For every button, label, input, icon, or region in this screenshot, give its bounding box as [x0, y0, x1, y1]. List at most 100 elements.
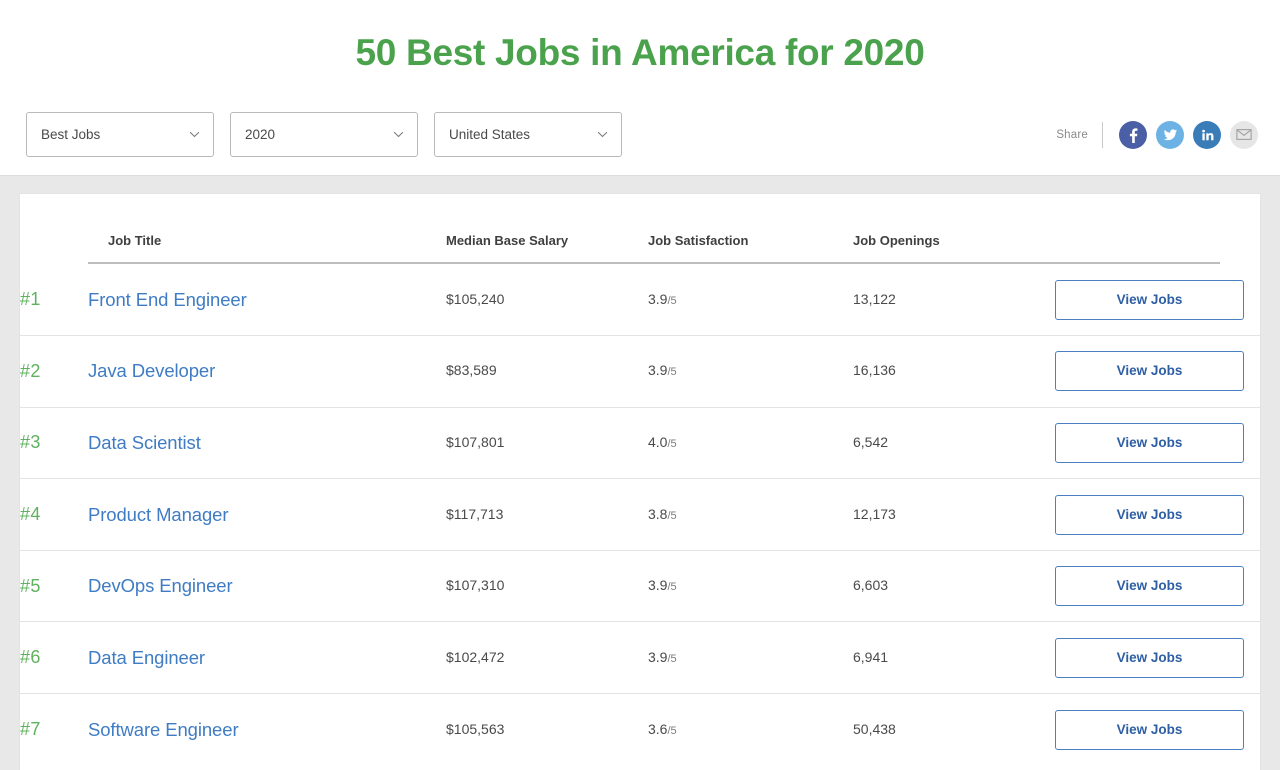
jobs-table: Job Title Median Base Salary Job Satisfa… — [20, 194, 1260, 765]
linkedin-icon[interactable] — [1193, 120, 1221, 149]
cell-rank: #5 — [20, 550, 88, 623]
cell-job-title: Software Engineer — [88, 694, 446, 766]
salary-value: $102,472 — [446, 648, 505, 665]
rank-value: #2 — [20, 360, 41, 381]
job-title-link[interactable]: DevOps Engineer — [88, 575, 233, 596]
twitter-icon[interactable] — [1156, 120, 1184, 149]
cell-satisfaction: 4.0/5 — [648, 407, 853, 480]
col-header-actions — [1055, 194, 1260, 262]
satisfaction-value: 3.9 — [648, 290, 668, 307]
table-row: #5 DevOps Engineer $107,310 3.9/5 6,603 — [20, 550, 1260, 623]
email-icon[interactable] — [1230, 120, 1258, 149]
satisfaction-value: 3.8 — [648, 505, 668, 522]
table-row: #6 Data Engineer $102,472 3.9/5 6,941 Vi… — [20, 621, 1260, 695]
filter-select-category[interactable]: Best Jobs — [26, 112, 214, 157]
cell-rank: #3 — [20, 407, 88, 480]
cell-openings: 6,603 — [853, 550, 1055, 623]
satisfaction-denominator: /5 — [667, 366, 677, 379]
facebook-icon[interactable] — [1119, 120, 1147, 149]
cell-action: View Jobs — [1055, 478, 1260, 551]
content-band: Job Title Median Base Salary Job Satisfa… — [0, 175, 1280, 770]
job-title-link[interactable]: Front End Engineer — [88, 289, 247, 310]
cell-openings: 13,122 — [853, 264, 1055, 337]
satisfaction-denominator: /5 — [667, 294, 677, 307]
openings-value: 16,136 — [853, 362, 896, 379]
page-header: 50 Best Jobs in America for 2020 Best Jo… — [0, 0, 1280, 175]
salary-value: $117,713 — [446, 505, 504, 522]
job-title-link[interactable]: Software Engineer — [88, 719, 239, 740]
cell-rank: #7 — [20, 694, 88, 766]
rank-value: #7 — [20, 719, 41, 740]
share-divider — [1102, 121, 1103, 148]
filter-select-country[interactable]: United States — [434, 112, 622, 157]
rank-value: #1 — [20, 289, 41, 310]
cell-satisfaction: 3.9/5 — [648, 335, 853, 408]
cell-salary: $107,310 — [446, 550, 648, 623]
satisfaction-value: 3.9 — [648, 648, 668, 665]
table-row: #4 Product Manager $117,713 3.8/5 12,173 — [20, 478, 1260, 551]
satisfaction-denominator: /5 — [667, 509, 677, 522]
view-jobs-button[interactable]: View Jobs — [1055, 637, 1244, 678]
cell-salary: $83,589 — [446, 335, 648, 408]
salary-value: $105,563 — [446, 720, 505, 737]
openings-value: 50,438 — [853, 720, 896, 737]
chevron-down-icon — [596, 128, 609, 141]
share-label: Share — [1056, 128, 1088, 141]
satisfaction-value: 4.0 — [648, 433, 668, 450]
cell-salary: $117,713 — [446, 478, 648, 551]
col-header-job-title: Job Title — [108, 233, 162, 248]
page-title: 50 Best Jobs in America for 2020 — [355, 32, 925, 73]
table-row: #1 Front End Engineer $105,240 3.9/5 13,… — [20, 264, 1260, 337]
cell-job-title: Product Manager — [88, 478, 446, 551]
cell-openings: 50,438 — [853, 694, 1055, 766]
salary-value: $83,589 — [446, 362, 497, 379]
filter-select-category-value: Best Jobs — [41, 127, 101, 142]
cell-action: View Jobs — [1055, 550, 1260, 623]
cell-rank: #2 — [20, 335, 88, 408]
job-title-link[interactable]: Data Engineer — [88, 647, 205, 668]
satisfaction-denominator: /5 — [667, 724, 677, 737]
rank-value: #3 — [20, 432, 41, 453]
table-row: #2 Java Developer $83,589 3.9/5 16,136 V… — [20, 335, 1260, 408]
view-jobs-button[interactable]: View Jobs — [1055, 494, 1244, 535]
satisfaction-denominator: /5 — [667, 581, 677, 594]
cell-openings: 6,542 — [853, 407, 1055, 480]
salary-value: $105,240 — [446, 290, 505, 307]
jobs-card: Job Title Median Base Salary Job Satisfa… — [20, 194, 1260, 770]
view-jobs-button[interactable]: View Jobs — [1055, 351, 1244, 392]
job-title-link[interactable]: Product Manager — [88, 504, 229, 525]
cell-rank: #6 — [20, 621, 88, 695]
chevron-down-icon — [392, 128, 405, 141]
view-jobs-button[interactable]: View Jobs — [1055, 709, 1244, 750]
share-bar: Share — [1056, 112, 1258, 157]
cell-rank: #4 — [20, 478, 88, 551]
view-jobs-button[interactable]: View Jobs — [1055, 566, 1244, 607]
table-row: #3 Data Scientist $107,801 4.0/5 6,542 V… — [20, 407, 1260, 480]
satisfaction-denominator: /5 — [667, 437, 677, 450]
cell-satisfaction: 3.6/5 — [648, 694, 853, 766]
satisfaction-value: 3.6 — [648, 720, 668, 737]
cell-openings: 16,136 — [853, 335, 1055, 408]
cell-satisfaction: 3.9/5 — [648, 621, 853, 695]
cell-job-title: Java Developer — [88, 335, 446, 408]
openings-value: 6,941 — [853, 648, 889, 665]
job-title-link[interactable]: Data Scientist — [88, 432, 201, 453]
table-row: #7 Software Engineer $105,563 3.6/5 50,4… — [20, 694, 1260, 766]
filter-group: Best Jobs 2020 United States — [26, 112, 622, 157]
cell-satisfaction: 3.9/5 — [648, 264, 853, 337]
satisfaction-denominator: /5 — [667, 652, 677, 665]
cell-salary: $105,563 — [446, 694, 648, 766]
chevron-down-icon — [188, 128, 201, 141]
table-header-row: Job Title Median Base Salary Job Satisfa… — [20, 194, 1260, 262]
jobs-table-body: #1 Front End Engineer $105,240 3.9/5 13,… — [20, 264, 1260, 765]
col-header-job-satisfaction: Job Satisfaction — [648, 233, 749, 248]
cell-satisfaction: 3.9/5 — [648, 550, 853, 623]
openings-value: 12,173 — [853, 505, 896, 522]
cell-job-title: Data Scientist — [88, 407, 446, 480]
view-jobs-button[interactable]: View Jobs — [1055, 422, 1244, 463]
cell-job-title: Front End Engineer — [88, 264, 446, 337]
view-jobs-button[interactable]: View Jobs — [1055, 279, 1244, 320]
filter-select-year[interactable]: 2020 — [230, 112, 418, 157]
job-title-link[interactable]: Java Developer — [88, 360, 215, 381]
cell-openings: 12,173 — [853, 478, 1055, 551]
